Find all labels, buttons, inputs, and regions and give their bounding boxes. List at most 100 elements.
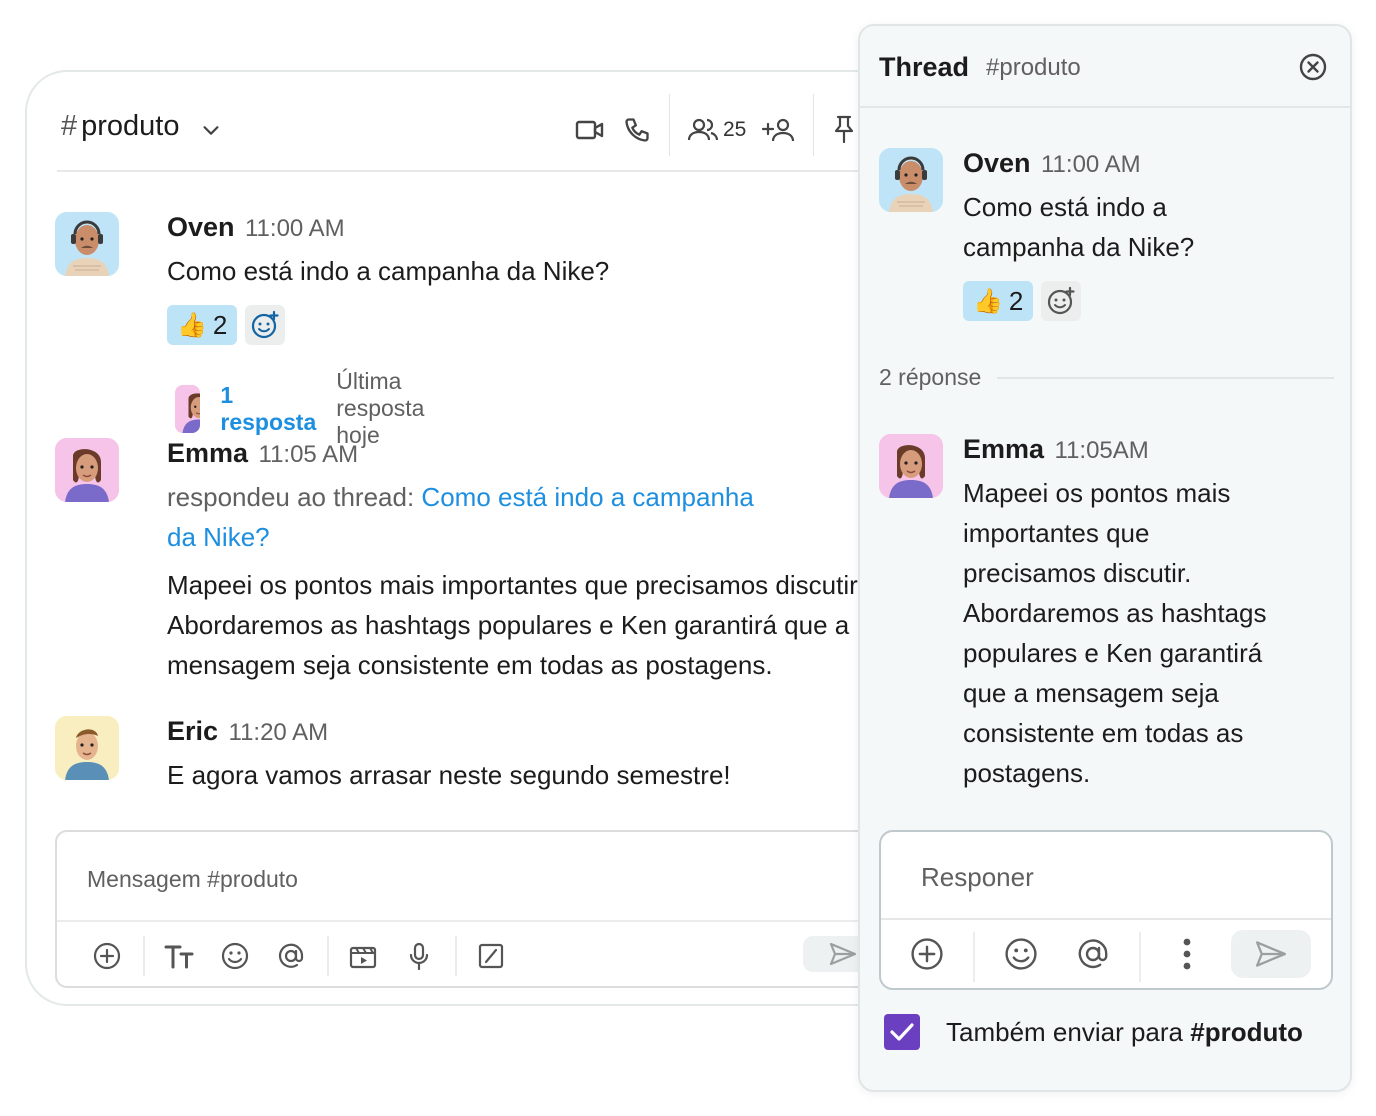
reaction-thumbs-up[interactable]: 👍 2 [167, 305, 238, 345]
avatar-emma-small [175, 384, 201, 433]
phone-icon[interactable] [623, 116, 651, 144]
avatar-oven[interactable] [55, 212, 119, 276]
toolbar-divider [143, 936, 145, 976]
replied-thread-link-cont[interactable]: da Nike? [167, 517, 967, 557]
channel-hash: # [61, 110, 78, 142]
text-format-icon[interactable] [159, 936, 199, 976]
message-composer[interactable]: Mensagem #produto [55, 830, 995, 988]
add-emoji-icon [1048, 286, 1075, 315]
toolbar-divider [1139, 932, 1141, 982]
thread-composer[interactable]: Responer [879, 830, 1333, 990]
message-body: Oven 11:00 AM Como está indo a campanha … [963, 148, 1350, 321]
reply-count-link[interactable]: 1 resposta [220, 382, 316, 436]
replied-thread-link[interactable]: Como está indo a campanha [421, 482, 753, 512]
also-send-option[interactable]: Também enviar para #produto [884, 1014, 1303, 1050]
message-author[interactable]: Eric [167, 716, 218, 746]
message-text-line: Mapeei os pontos mais importantes que pr… [167, 570, 864, 600]
replied-prefix: respondeu ao thread: [167, 482, 422, 512]
message-text-line: populares e Ken garantirá [963, 638, 1263, 668]
message-time: 11:00 AM [244, 215, 345, 242]
reply-input[interactable]: Responer [921, 862, 1034, 893]
add-member-icon[interactable] [761, 116, 795, 144]
separator-line [997, 376, 1334, 379]
pin-icon[interactable] [831, 114, 857, 144]
video-icon[interactable] [575, 118, 605, 142]
message-text-line: campanha da Nike? [963, 232, 1195, 262]
member-count: 25 [723, 118, 747, 141]
replied-to-thread: respondeu ao thread: Como está indo a ca… [167, 477, 967, 517]
message-body: Emma 11:05 AM respondeu ao thread: Como … [167, 438, 967, 685]
message-text-line: Abordaremos as hashtags populares e Ken … [167, 610, 850, 640]
checkmark-icon [890, 1023, 914, 1041]
message-text-line: consistente em todas as [963, 718, 1244, 748]
toolbar-divider [327, 936, 329, 976]
message-input[interactable]: Mensagem #produto [87, 866, 298, 893]
toolbar-divider [455, 936, 457, 976]
emoji-icon[interactable] [215, 936, 255, 976]
thread-reply-summary[interactable]: 1 resposta Última resposta hoje [175, 368, 447, 449]
thread-panel: Thread #produto Oven 11:00 AM Como está … [858, 24, 1352, 1092]
mention-icon[interactable] [271, 936, 311, 976]
plus-circle-icon[interactable] [87, 936, 127, 976]
message-time: 11:00 AM [1040, 151, 1141, 178]
message-body: Emma 11:05AM Mapeei os pontos mais impor… [963, 434, 1350, 793]
message-text: Como está indo a campanha da Nike? [167, 256, 610, 286]
reply-last-time: Última resposta hoje [336, 368, 425, 448]
composer-divider [881, 918, 1331, 920]
video-clip-icon[interactable] [343, 936, 383, 976]
message-text-line: Mapeei os pontos mais [963, 478, 1231, 508]
more-vertical-icon[interactable] [1167, 934, 1207, 974]
message-text-line: precisamos discutir. [963, 558, 1192, 588]
also-send-prefix: Também enviar para [946, 1016, 1191, 1047]
also-send-label: Também enviar para #produto [946, 1017, 1303, 1048]
also-send-channel: #produto [1190, 1016, 1303, 1047]
avatar-eric[interactable] [55, 716, 119, 780]
microphone-icon[interactable] [399, 936, 439, 976]
reaction-count: 2 [212, 309, 228, 340]
message-time: 11:05AM [1054, 437, 1149, 464]
chevron-down-icon[interactable] [200, 116, 222, 138]
message-author[interactable]: Emma [963, 434, 1044, 464]
avatar-emma[interactable] [55, 438, 119, 502]
thread-title: Thread [879, 52, 970, 82]
message-body: Eric 11:20 AM E agora vamos arrasar nest… [167, 716, 927, 795]
thread-header: Thread #produto [860, 26, 1350, 108]
reply-count-label: 2 réponse [879, 364, 982, 390]
message-text-line: Como está indo a [963, 192, 1167, 222]
message-body: Oven 11:00 AM Como está indo a campanha … [167, 212, 927, 345]
reactions: 👍 2 [167, 305, 927, 345]
channel-name: produto [81, 110, 180, 142]
also-send-checkbox[interactable] [884, 1014, 920, 1050]
emoji-icon[interactable] [1001, 934, 1041, 974]
reactions: 👍 2 [963, 281, 1350, 321]
message-text: E agora vamos arrasar neste segundo seme… [167, 760, 731, 790]
add-reaction-button[interactable] [245, 305, 286, 345]
message-text-line: Abordaremos as hashtags [963, 598, 1267, 628]
send-icon [1256, 941, 1286, 967]
reaction-thumbs-up[interactable]: 👍 2 [963, 281, 1034, 321]
thumbs-up-icon: 👍 [973, 287, 1003, 315]
message-text-line: que a mensagem seja [963, 678, 1219, 708]
slash-command-icon[interactable] [471, 936, 511, 976]
message-author[interactable]: Emma [167, 438, 248, 468]
send-reply-button[interactable] [1231, 930, 1311, 978]
thumbs-up-icon: 👍 [177, 311, 207, 339]
mention-icon[interactable] [1073, 934, 1113, 974]
close-icon[interactable] [1298, 52, 1328, 82]
plus-circle-icon[interactable] [907, 934, 947, 974]
avatar-emma[interactable] [879, 434, 943, 498]
members-icon[interactable]: 25 [687, 116, 746, 144]
channel-header: # produto 25 [57, 72, 957, 172]
reply-count-separator: 2 réponse [879, 364, 1334, 391]
add-reaction-button[interactable] [1041, 281, 1082, 321]
thread-channel[interactable]: #produto [986, 54, 1081, 82]
message-time: 11:05 AM [258, 441, 359, 468]
add-emoji-icon [252, 310, 279, 339]
reaction-count: 2 [1008, 285, 1024, 316]
send-icon [829, 942, 857, 966]
avatar-oven[interactable] [879, 148, 943, 212]
message-author[interactable]: Oven [963, 148, 1031, 178]
message-text-line: mensagem seja consistente em todas as po… [167, 650, 773, 680]
message-author[interactable]: Oven [167, 212, 235, 242]
channel-title[interactable]: # produto [61, 110, 222, 143]
